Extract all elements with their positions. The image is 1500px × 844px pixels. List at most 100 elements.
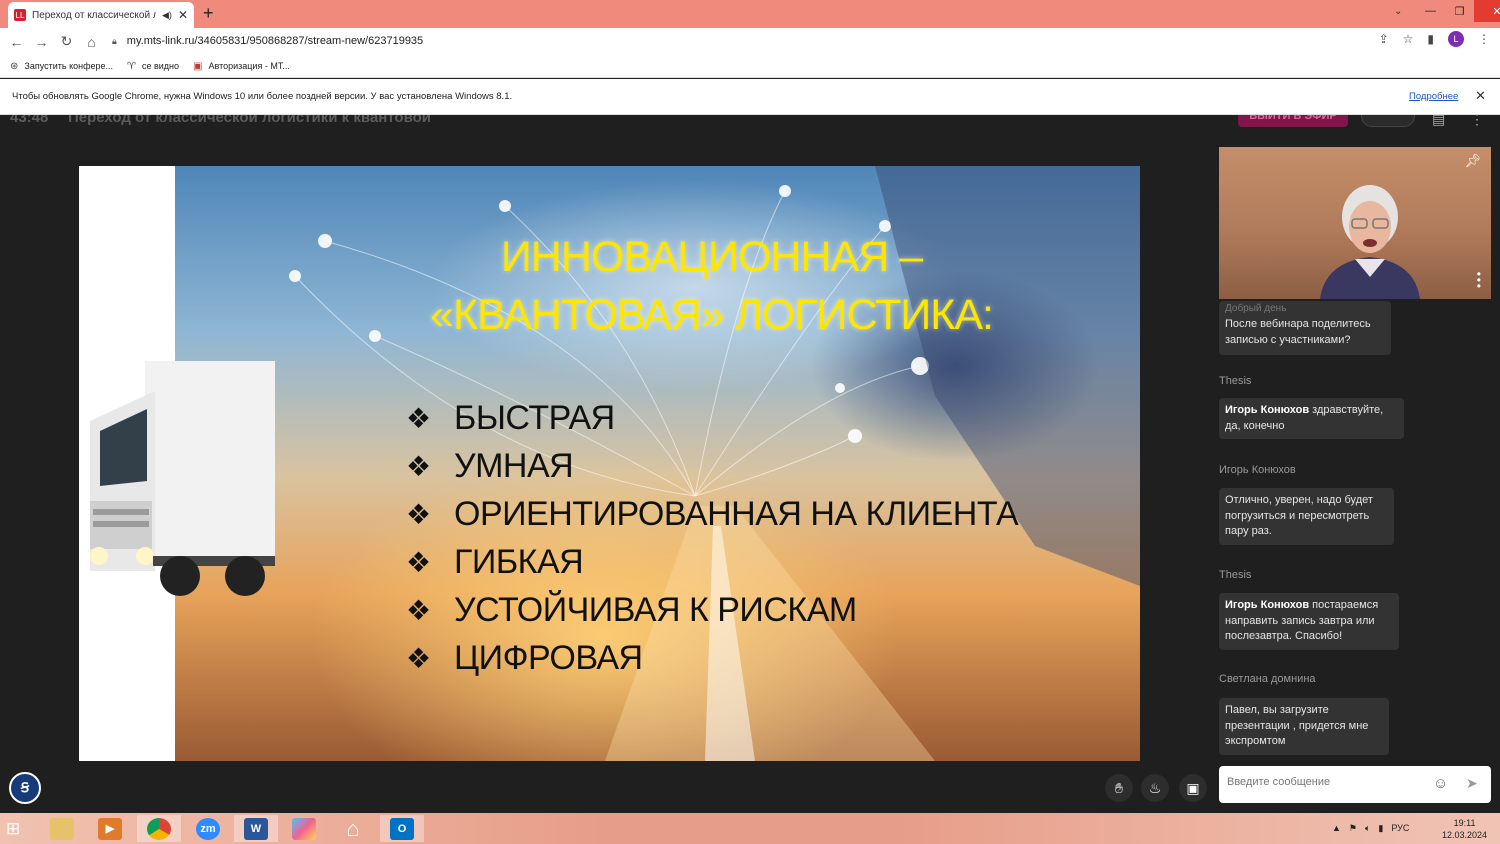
presentation-slide: ИННОВАЦИОННАЯ – «КВАНТОВАЯ» ЛОГИСТИКА: ❖…: [79, 166, 1140, 761]
chat-author: Игорь Конюхов: [1219, 464, 1296, 476]
bookmark-label: Авторизация - МТ...: [208, 61, 290, 71]
chat-icon[interactable]: ▤: [1432, 115, 1445, 128]
browser-tab[interactable]: LL Переход от классической л ◀︎) ✕: [8, 2, 194, 28]
minimize-icon[interactable]: —: [1416, 0, 1445, 22]
home-icon[interactable]: ⌂: [79, 34, 104, 50]
clock-date: 12.03.2024: [1442, 830, 1488, 840]
bullet-text: ЦИФРОВАЯ: [454, 638, 643, 677]
profile-avatar[interactable]: L: [1448, 31, 1464, 47]
webinar-timer: 43:48: [10, 115, 49, 126]
media-player-taskbar-button[interactable]: ▶: [88, 815, 132, 842]
diamond-bullet-icon: ❖: [406, 546, 431, 578]
go-on-air-button[interactable]: ВЫЙТИ В ЭФИР: [1238, 115, 1348, 127]
update-infobar: Чтобы обновлять Google Chrome, нужна Win…: [0, 79, 1500, 115]
infobar-text: Чтобы обновлять Google Chrome, нужна Win…: [12, 91, 513, 102]
zoom-taskbar-button[interactable]: zm: [186, 815, 230, 842]
bookmark-item[interactable]: ▣ Авторизация - МТ...: [193, 61, 290, 72]
outlook-taskbar-button[interactable]: O: [380, 815, 424, 842]
slide-bullet-list: ❖ БЫСТРАЯ ❖ УМНАЯ ❖ ОРИЕНТИРОВАННАЯ НА КЛИЕ…: [406, 394, 1019, 682]
slide-bullet: ❖ УМНАЯ: [406, 442, 1018, 490]
diamond-bullet-icon: ❖: [406, 450, 431, 482]
pin-icon[interactable]: 📌︎: [1464, 153, 1481, 169]
bookmark-label: Запустить конфере...: [24, 61, 114, 71]
outlook-icon: O: [390, 817, 414, 840]
address-bar: ← → ↻ ⌂ 🔒︎ my.mts-link.ru/34605831/95086…: [0, 28, 1500, 55]
close-tab-icon[interactable]: ✕: [178, 8, 188, 22]
slide-title: ИННОВАЦИОННАЯ – «КВАНТОВАЯ» ЛОГИСТИКА:: [419, 228, 1004, 344]
media-status-pill[interactable]: [1361, 115, 1415, 127]
bookmark-label: се видно: [141, 61, 180, 71]
slide-title-line: ИННОВАЦИОННАЯ –: [500, 233, 923, 281]
chat-author: Thesis: [1219, 569, 1252, 581]
speaker-person-image: [1320, 185, 1420, 299]
new-tab-button[interactable]: +: [203, 3, 214, 24]
tray-expand-icon[interactable]: ▲: [1332, 823, 1341, 834]
url-field[interactable]: 🔒︎ my.mts-link.ru/34605831/950868287/str…: [112, 31, 1412, 51]
slide-bullet: ❖ УСТОЙЧИВАЯ К РИСКАМ: [406, 586, 1018, 634]
lock-icon[interactable]: 🔒︎: [112, 36, 117, 47]
bullet-text: ОРИЕНТИРОВАННАЯ НА КЛИЕНТА: [454, 494, 1019, 533]
network-icon[interactable]: ▮: [1378, 823, 1383, 834]
bookmark-item[interactable]: ♈︎ се видно: [127, 61, 179, 72]
chat-message-input[interactable]: [1227, 776, 1427, 788]
chat-message: Добрый день После вебинара поделитесь за…: [1219, 301, 1391, 355]
raise-hand-icon[interactable]: ✋︎: [1105, 774, 1133, 802]
home-taskbar-button[interactable]: ⌂: [331, 815, 375, 842]
slide-bullet: ❖ ОРИЕНТИРОВАННАЯ НА КЛИЕНТА: [406, 490, 1019, 538]
chat-message: Павел, вы загрузите презентации , придет…: [1219, 698, 1389, 755]
paint-palette-icon: [292, 817, 316, 840]
bookmark-star-icon[interactable]: ☆: [1403, 32, 1414, 46]
explorer-taskbar-button[interactable]: [40, 815, 84, 842]
share-icon[interactable]: ⇪: [1379, 32, 1389, 46]
webinar-title: Переход от классической логистики к кван…: [68, 115, 431, 126]
audio-playing-icon[interactable]: ◀︎): [162, 10, 172, 21]
close-window-icon[interactable]: ✕: [1474, 0, 1500, 22]
chat-message-text: Павел, вы загрузите презентации , придет…: [1225, 704, 1369, 747]
windows-start-icon[interactable]: ⊞: [6, 819, 20, 839]
browser-tab-bar: LL Переход от классической л ◀︎) ✕ + ⌄ —…: [0, 0, 1500, 28]
chrome-taskbar-button[interactable]: [137, 815, 181, 842]
back-arrow-icon[interactable]: ←: [4, 34, 29, 50]
windows-taskbar: ⊞ ▶ zm W ⌂ O ▲ ⚑ 🔈︎ ▮ РУС 19:11 12.03.20…: [0, 813, 1500, 844]
chrome-icon: [147, 817, 171, 840]
bookmark-item[interactable]: ⊛ Запустить конфере...: [10, 61, 113, 72]
media-player-icon: ▶: [98, 817, 122, 840]
bookmarks-bar: ⊛ Запустить конфере... ♈︎ се видно ▣ Авт…: [0, 55, 1500, 78]
system-clock[interactable]: 19:11 12.03.2024: [1442, 817, 1487, 841]
folder-icon: [50, 817, 74, 840]
bullet-text: УМНАЯ: [454, 446, 574, 485]
slide-title-line: «КВАНТОВАЯ» ЛОГИСТИКА:: [430, 291, 994, 339]
side-panel-icon[interactable]: ▮: [1427, 32, 1434, 46]
mts-icon: ▣: [193, 60, 203, 72]
chat-mention: Игорь Конюхов: [1225, 404, 1310, 416]
close-icon[interactable]: ✕: [1475, 88, 1486, 104]
url-text: my.mts-link.ru/34605831/950868287/stream…: [126, 35, 424, 47]
system-tray: ▲ ⚑ 🔈︎ ▮ РУС: [1332, 823, 1409, 834]
more-options-icon[interactable]: ⋮: [1470, 115, 1484, 128]
globe-icon: ♈︎: [127, 60, 136, 72]
paint-taskbar-button[interactable]: [282, 815, 326, 842]
video-options-icon[interactable]: • • •: [1477, 268, 1481, 292]
slide-bullet: ❖ БЫСТРАЯ: [406, 394, 1018, 442]
conference-icon: ⊛: [10, 60, 19, 72]
speaker-video[interactable]: 📌︎ • • •: [1219, 147, 1491, 299]
send-icon[interactable]: ➤: [1466, 775, 1478, 792]
emoji-icon[interactable]: ☺: [1433, 775, 1448, 792]
language-indicator[interactable]: РУС: [1391, 823, 1409, 834]
clock-time: 19:11: [1453, 818, 1476, 828]
reaction-flame-icon[interactable]: ♨︎: [1141, 774, 1169, 802]
restore-icon[interactable]: ❐: [1445, 0, 1474, 22]
picture-in-picture-icon[interactable]: ▣: [1179, 774, 1207, 802]
word-taskbar-button[interactable]: W: [234, 815, 278, 842]
forward-arrow-icon[interactable]: →: [29, 34, 54, 50]
learn-more-link[interactable]: Подробнее: [1409, 91, 1458, 102]
reload-icon[interactable]: ↻: [54, 33, 79, 50]
truck-image: [90, 361, 275, 596]
volume-icon[interactable]: 🔈︎: [1365, 823, 1370, 834]
tab-search-icon[interactable]: ⌄: [1394, 6, 1402, 17]
chat-message-text: После вебинара поделитесь записью с учас…: [1225, 318, 1371, 346]
flag-icon[interactable]: ⚑: [1349, 823, 1357, 834]
chrome-menu-icon[interactable]: ⋮: [1478, 32, 1490, 46]
webinar-header: 43:48 Переход от классической логистики …: [0, 115, 1500, 129]
chat-author: Светлана домнина: [1219, 673, 1316, 685]
